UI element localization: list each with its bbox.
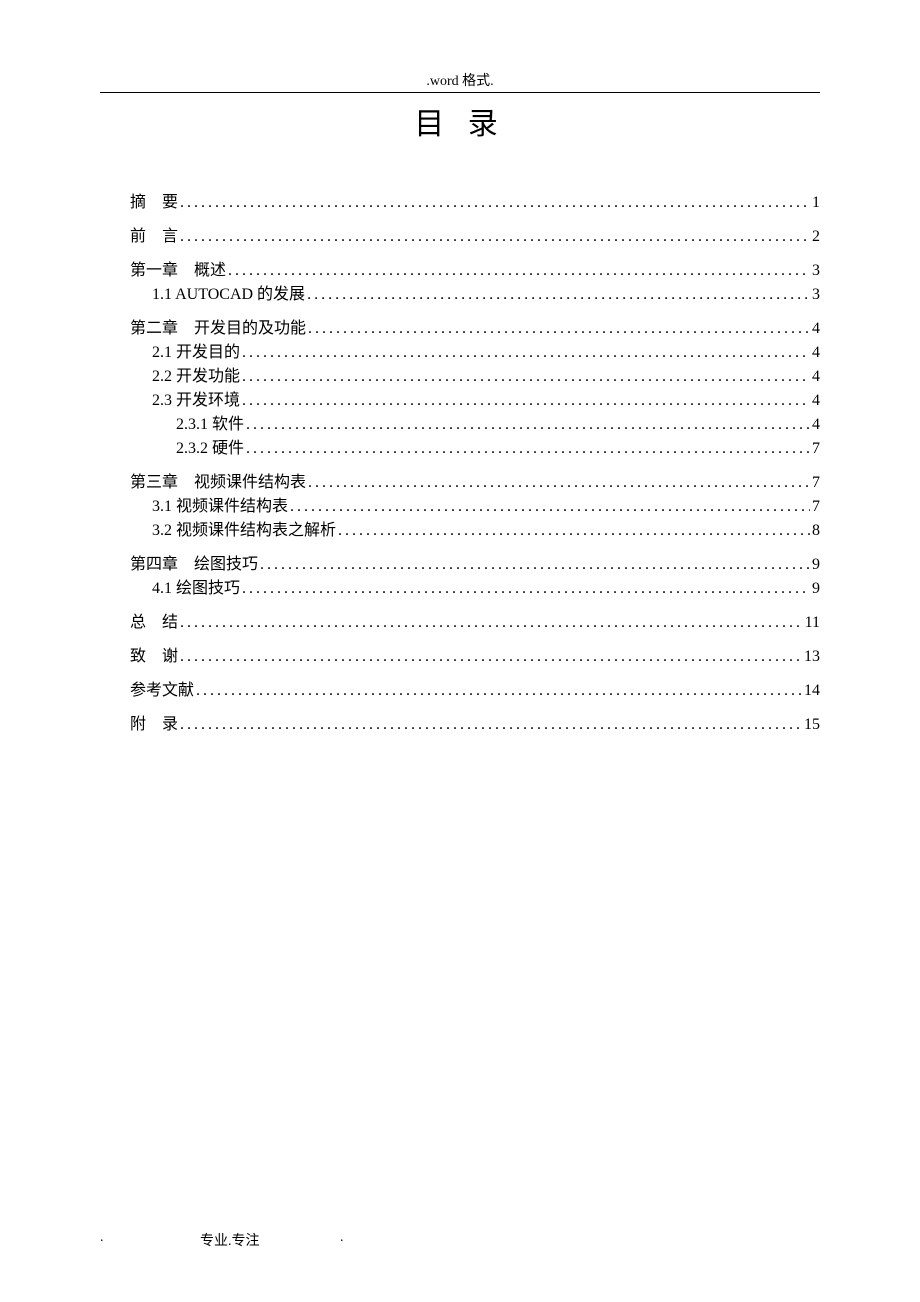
footer-center-text: 专业.专注 [200,1230,260,1250]
toc-entry: 3.1 视频课件结构表 7 [130,495,820,519]
toc-leader-dots [338,519,810,543]
toc-entry: 3.2 视频课件结构表之解析 8 [130,519,820,543]
toc-page-number: 4 [812,389,820,413]
toc-label: 第四章 绘图技巧 [130,553,258,577]
toc-leader-dots [246,437,810,461]
toc-leader-dots [180,225,810,249]
toc-leader-dots [246,413,810,437]
toc-entry: 2.3 开发环境 4 [130,389,820,413]
toc-page-number: 7 [812,471,820,495]
toc-leader-dots [180,645,802,669]
toc-leader-dots [242,577,810,601]
toc-leader-dots [242,341,810,365]
toc-page-number: 3 [812,283,820,307]
toc-label: 2.2 开发功能 [152,365,240,389]
toc-label: 1.1 AUTOCAD 的发展 [152,283,305,307]
toc-leader-dots [228,259,810,283]
toc-label: 前 言 [130,225,178,249]
toc-leader-dots [196,679,802,703]
toc-entry: 4.1 绘图技巧 9 [130,577,820,601]
toc-entry: 第三章 视频课件结构表 7 [130,471,820,495]
toc-leader-dots [180,713,802,737]
toc-page-number: 4 [812,365,820,389]
toc-page-number: 2 [812,225,820,249]
toc-label: 第一章 概述 [130,259,226,283]
toc-page-number: 13 [804,645,820,669]
toc-label: 2.3.1 软件 [176,413,244,437]
header-rule: .word 格式. [100,70,820,93]
toc-entry: 第四章 绘图技巧 9 [130,553,820,577]
toc-leader-dots [290,495,810,519]
toc-label: 2.3 开发环境 [152,389,240,413]
toc-page-number: 11 [805,611,820,635]
toc-page-number: 4 [812,317,820,341]
toc-label: 摘 要 [130,191,178,215]
toc-leader-dots [180,191,810,215]
toc-entry: 2.3.2 硬件 7 [130,437,820,461]
toc-entry: 1.1 AUTOCAD 的发展 3 [130,283,820,307]
toc-label: 2.1 开发目的 [152,341,240,365]
toc-entry: 致 谢 13 [130,645,820,669]
toc-leader-dots [180,611,803,635]
toc-page-number: 7 [812,437,820,461]
header-text: .word 格式. [100,70,820,92]
page-title: 目 录 [100,99,820,143]
footer-dot-right: . [340,1230,344,1246]
toc-entry: 摘 要 1 [130,191,820,215]
toc-page-number: 9 [812,553,820,577]
toc-page-number: 7 [812,495,820,519]
toc-leader-dots [242,365,810,389]
toc-page-number: 8 [812,519,820,543]
toc-entry: 第二章 开发目的及功能 4 [130,317,820,341]
toc-page-number: 1 [812,191,820,215]
toc-entry: 2.2 开发功能 4 [130,365,820,389]
toc-page-number: 14 [804,679,820,703]
toc-entry: 第一章 概述 3 [130,259,820,283]
toc-entry: 2.3.1 软件 4 [130,413,820,437]
toc-label: 2.3.2 硬件 [176,437,244,461]
toc-leader-dots [307,283,810,307]
toc-label: 3.1 视频课件结构表 [152,495,288,519]
toc-leader-dots [242,389,810,413]
toc-page-number: 4 [812,413,820,437]
toc-label: 总 结 [130,611,178,635]
toc-label: 参考文献 [130,679,194,703]
toc-page-number: 9 [812,577,820,601]
toc-entry: 2.1 开发目的 4 [130,341,820,365]
toc-leader-dots [308,317,810,341]
toc-label: 3.2 视频课件结构表之解析 [152,519,336,543]
toc-entry: 参考文献 14 [130,679,820,703]
toc-label: 第三章 视频课件结构表 [130,471,306,495]
toc-entry: 附 录 15 [130,713,820,737]
footer-dot-left: . [100,1230,104,1246]
toc-label: 4.1 绘图技巧 [152,577,240,601]
toc-entry: 总 结 11 [130,611,820,635]
toc-leader-dots [308,471,810,495]
toc-label: 致 谢 [130,645,178,669]
toc-page-number: 4 [812,341,820,365]
toc-label: 附 录 [130,713,178,737]
document-page: .word 格式. 目 录 摘 要1前 言2第一章 概述31.1 AUTOCAD… [0,0,920,787]
toc-leader-dots [260,553,810,577]
toc-page-number: 15 [804,713,820,737]
toc-page-number: 3 [812,259,820,283]
table-of-contents: 摘 要1前 言2第一章 概述31.1 AUTOCAD 的发展 3第二章 开发目的… [130,191,820,737]
toc-entry: 前 言 2 [130,225,820,249]
toc-label: 第二章 开发目的及功能 [130,317,306,341]
